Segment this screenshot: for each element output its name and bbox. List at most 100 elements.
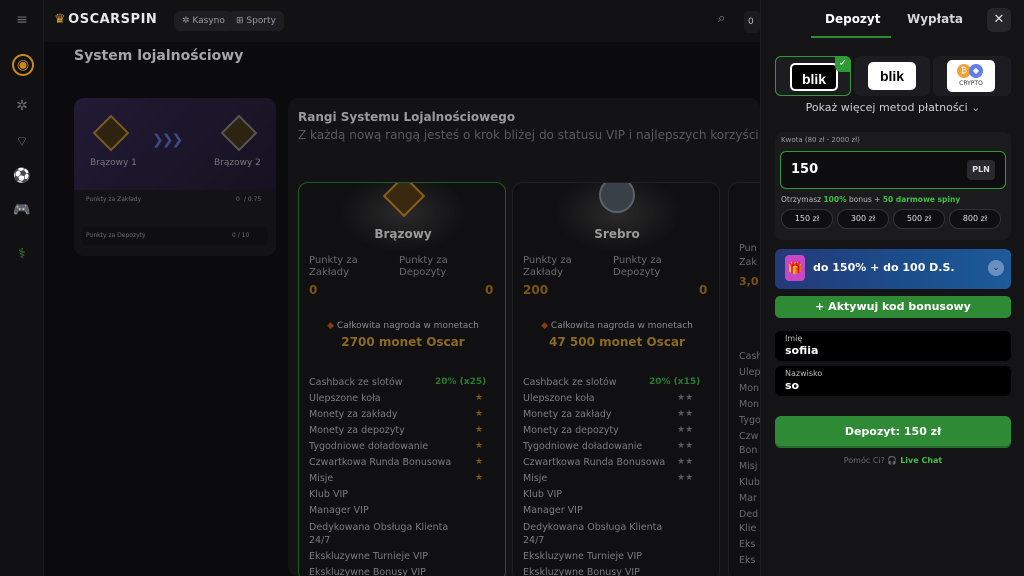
casino-icon[interactable]: ✲ <box>12 96 32 116</box>
total-reward-text: Całkowita nagroda w monetach <box>336 321 479 331</box>
coin-icon: ◆ <box>541 321 551 331</box>
panel-tabs: Depozyt Wypłata <box>761 10 1024 38</box>
blik-logo: blik <box>790 63 838 91</box>
close-button[interactable]: ✕ <box>987 8 1011 32</box>
current-rank-card: ❯❯❯ Brązowy 1 Brązowy 2 Punkty za Zakład… <box>74 98 276 256</box>
star-icon: ★★ <box>677 425 694 435</box>
first-name-field[interactable]: Imię sofiia <box>775 331 1011 361</box>
more-methods-link[interactable]: Pokaż więcej metod płatności ⌄ <box>761 101 1024 114</box>
tab-withdraw[interactable]: Wypłata <box>907 12 963 26</box>
live-icon[interactable]: ⌔ <box>12 132 32 152</box>
nav-casino-label: Kasyno <box>192 16 225 26</box>
feature-item: Tygodniowe doładowanie <box>309 441 429 452</box>
payment-method-blik-selected[interactable]: blik ✓ <box>775 56 851 96</box>
points-bets-label: Punkty za Zakłady <box>523 255 572 278</box>
deposit-button[interactable]: Depozyt: 150 zł <box>775 416 1011 448</box>
gift-icon: 🎁 <box>785 255 805 281</box>
ranks-title: Rangi Systemu Lojalnościowego <box>298 110 516 124</box>
sports-small-icon: ⊞ <box>236 16 247 26</box>
bonus-pct: 100% <box>823 195 847 204</box>
last-name-field[interactable]: Nazwisko so <box>775 366 1011 396</box>
active-tab-indicator <box>811 36 891 38</box>
logo-text: OSCARSPIN <box>68 12 158 27</box>
left-rail: ≡ ◉ ✲ ⌔ ⚽ 🎮 ⚕ <box>0 0 44 576</box>
partial-text: 3,0 <box>739 275 759 288</box>
first-name-value: sofiia <box>785 344 819 357</box>
menu-icon[interactable]: ≡ <box>12 10 32 30</box>
search-icon[interactable]: ⌕ <box>718 11 725 26</box>
feature-item: Manager VIP <box>523 505 583 516</box>
points-bets-value: 200 <box>523 283 549 297</box>
ranks-subtitle: Z każdą nową rangą jesteś o krok bliżej … <box>298 128 764 142</box>
loyalty-icon[interactable]: ⚕ <box>12 244 32 264</box>
feature-item: Dedykowana Obsługa Klienta 24/7 <box>309 522 449 546</box>
feature-item: Manager VIP <box>309 505 369 516</box>
partial-text: Mon <box>739 399 760 410</box>
rank-name: Brązowy <box>374 227 432 241</box>
star-icon: ★ <box>475 393 484 403</box>
last-name-value: so <box>785 379 800 392</box>
bonus-prefix: Otrzymasz <box>781 195 824 204</box>
amount-label: Kwota (80 zł - 2000 zł) <box>781 136 860 144</box>
rank-card-bronze: Brązowy Punkty za Zakłady Punkty za Depo… <box>298 182 506 576</box>
tab-deposit[interactable]: Depozyt <box>825 12 880 26</box>
more-methods-label: Pokaż więcej metod płatności <box>805 101 968 114</box>
locked-rank-icon <box>220 114 258 152</box>
gamepad-icon[interactable]: 🎮 <box>12 200 32 220</box>
partial-text: Eks <box>739 555 756 566</box>
blik-logo: blik <box>868 62 916 90</box>
chevron-down-icon[interactable]: ⌄ <box>988 260 1004 276</box>
quick-amount-500[interactable]: 500 zł <box>893 209 945 229</box>
sports-icon[interactable]: ⚽ <box>12 166 32 186</box>
nav-casino[interactable]: ✲ Kasyno <box>174 11 233 31</box>
star-icon: ★ <box>475 425 484 435</box>
currency-badge: PLN <box>967 160 995 180</box>
payment-method-blik[interactable]: blik <box>854 56 930 96</box>
logo[interactable]: ♛ OSCARSPIN <box>54 12 157 27</box>
feature-item: Klub VIP <box>523 489 562 500</box>
quick-amount-800[interactable]: 800 zł <box>949 209 1001 229</box>
live-chat-label: Live Chat <box>900 456 943 465</box>
crypto-label: CRYPTO <box>959 80 983 87</box>
amount-section: Kwota (80 zł - 2000 zł) 150 PLN Otrzymas… <box>775 132 1011 240</box>
balance[interactable]: 0 <box>744 11 760 33</box>
crown-icon: ♛ <box>54 12 67 27</box>
feature-item: Ekskluzywne Turnieje VIP <box>309 551 429 562</box>
bonus-banner[interactable]: 🎁 do 150% + do 100 D.S. ⌄ <box>775 249 1011 289</box>
headset-icon: 🎧 <box>887 456 898 465</box>
live-chat-link[interactable]: 🎧 Live Chat <box>887 456 942 465</box>
bets-points-value: 0 <box>236 196 240 203</box>
wheel-icon[interactable]: ◉ <box>12 54 34 76</box>
quick-amount-300[interactable]: 300 zł <box>837 209 889 229</box>
partial-text: Ulep <box>739 367 761 378</box>
first-name-label: Imię <box>785 334 803 343</box>
total-reward-value: 2700 monet Oscar <box>341 335 465 349</box>
feature-item: Monety za zakłady <box>523 409 612 420</box>
deposit-points-row: Punkty za Depozyty 0 / 10 <box>82 226 268 246</box>
feature-item: Misje <box>309 473 334 484</box>
activate-bonus-code-button[interactable]: + Aktywuj kod bonusowy <box>775 296 1011 318</box>
crypto-logo: ₿ ◆ CRYPTO <box>947 60 995 92</box>
partial-text: Bon <box>739 445 758 456</box>
feature-item: Tygodniowe doładowanie <box>523 441 643 452</box>
partial-text: Zak <box>739 257 757 268</box>
star-icon: ★★ <box>677 393 694 403</box>
bets-points-row: Punkty za Zakłady 0 / 0.75 <box>82 190 268 210</box>
bonus-mid: bonus + <box>846 195 883 204</box>
feature-item: Ulepszone koła <box>523 393 595 404</box>
points-deposits-value: 0 <box>699 283 708 297</box>
star-icon: ★ <box>475 473 484 483</box>
star-icon: ★★ <box>677 441 694 451</box>
nav-sports[interactable]: ⊞ Sporty <box>228 11 284 31</box>
bonus-info: Otrzymasz 100% bonus + 50 darmowe spiny <box>781 195 960 204</box>
payment-method-crypto[interactable]: ₿ ◆ CRYPTO <box>933 56 1011 96</box>
feature-item: Ekskluzywne Bonusy VIP <box>523 567 640 576</box>
casino-small-icon: ✲ <box>182 16 193 26</box>
cashback-value: 20% (x25) <box>435 377 487 387</box>
quick-amount-150[interactable]: 150 zł <box>781 209 833 229</box>
bonus-banner-text: do 150% + do 100 D.S. <box>813 261 955 274</box>
feature-item: Monety za depozyty <box>523 425 619 436</box>
total-reward-label: ◆ Całkowita nagroda w monetach <box>299 321 505 331</box>
cashback-value: 20% (x15) <box>649 377 701 387</box>
points-bets-value: 0 <box>309 283 318 297</box>
